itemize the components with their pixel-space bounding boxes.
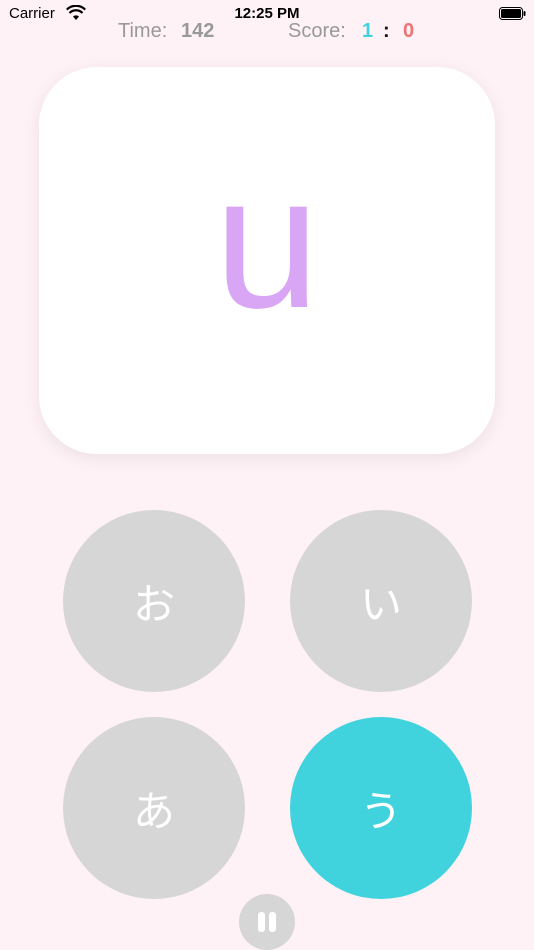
choice-button-o[interactable]: お	[63, 510, 245, 692]
choice-button-a[interactable]: あ	[63, 717, 245, 899]
score-correct: 1	[362, 20, 374, 42]
time-value: 142	[181, 20, 215, 42]
choice-button-u[interactable]: う	[290, 717, 472, 899]
time-label: Time:	[118, 20, 168, 42]
score-wrong: 0	[403, 20, 415, 42]
question-card: u	[39, 67, 495, 454]
score-separator: :	[383, 20, 390, 42]
romaji-prompt: u	[214, 136, 320, 348]
battery-icon	[499, 7, 526, 20]
score-label: Score:	[288, 20, 346, 42]
pause-button[interactable]	[239, 894, 295, 950]
choice-button-i[interactable]: い	[290, 510, 472, 692]
game-hud: Time: 142 Score: 1 : 0	[0, 20, 534, 46]
